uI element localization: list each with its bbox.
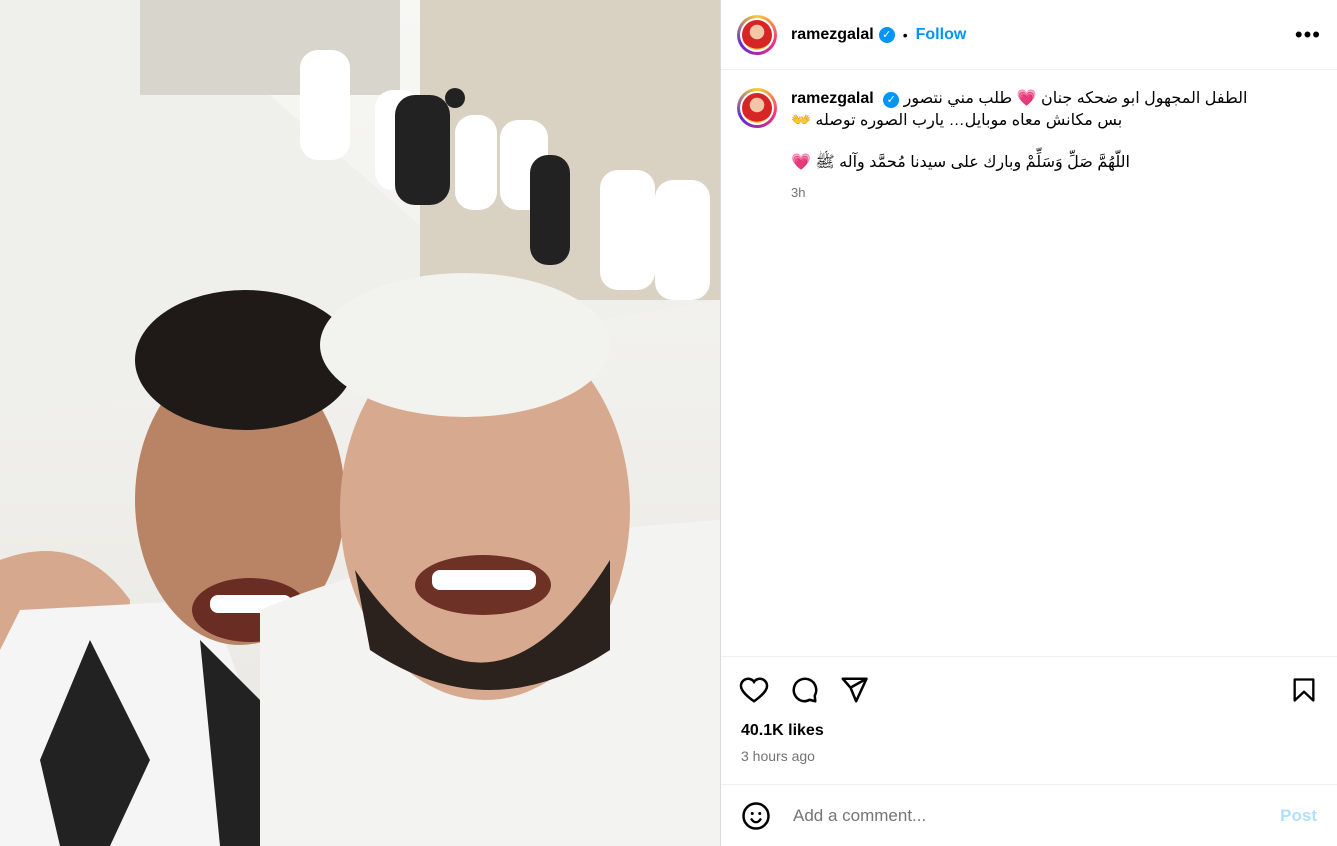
post-time[interactable]: 3 hours ago [721, 740, 1337, 764]
post-comment-button[interactable]: Post [1280, 806, 1317, 826]
caption-line-1: الطفل المجهول ابو ضحكه جنان 💗 طلب مني نت… [903, 90, 1248, 107]
more-options-icon[interactable]: ••• [1295, 22, 1321, 48]
comment-input[interactable] [791, 804, 1281, 827]
caption-time: 3h [791, 185, 806, 200]
caption-line-3: اللّهُمَّ صَلِّ وَسَلِّمْ وبارك على سيدن… [791, 154, 1130, 171]
follow-button[interactable]: Follow [916, 26, 967, 44]
separator-dot: • [902, 26, 908, 43]
verified-icon: ✓ [878, 26, 895, 43]
caption-block: ramezgalal ✓ الطفل المجهول ابو ضحكه جنان… [721, 70, 1337, 656]
caption-username[interactable]: ramezgalal [791, 90, 874, 107]
photo-illustration [0, 0, 720, 846]
like-button[interactable] [737, 673, 771, 707]
share-icon [841, 677, 868, 702]
heart-icon [739, 677, 769, 703]
comment-button[interactable] [787, 673, 821, 707]
caption-avatar[interactable] [737, 88, 777, 128]
post-header: ramezgalal ✓ • Follow ••• [721, 0, 1337, 70]
emoji-icon[interactable] [741, 801, 771, 831]
caption-verified-icon: ✓ [883, 92, 900, 108]
likes-count[interactable]: 40.1K likes [721, 722, 1337, 740]
username[interactable]: ramezgalal [791, 26, 874, 44]
post-image[interactable] [0, 0, 720, 846]
bookmark-icon [1293, 677, 1315, 702]
comment-icon [792, 677, 818, 703]
comment-bar: Post [721, 784, 1337, 846]
caption-text: ramezgalal ✓ الطفل المجهول ابو ضحكه جنان… [791, 88, 1247, 638]
save-button[interactable] [1287, 673, 1321, 707]
share-button[interactable] [837, 673, 871, 707]
avatar[interactable] [737, 14, 777, 55]
action-bar [721, 656, 1337, 722]
caption-line-2: بس مكانش معاه موبايل… يارب الصوره توصله … [791, 112, 1123, 129]
